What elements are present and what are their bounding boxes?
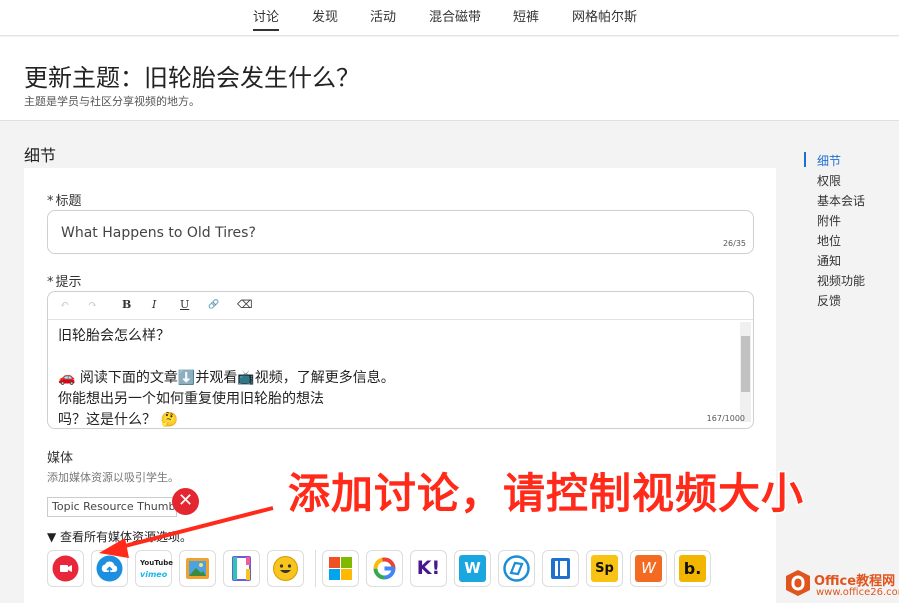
buncee-button[interactable]: b.: [674, 550, 711, 587]
section-nav-video-features[interactable]: 视频功能: [817, 272, 865, 289]
adobe-spark-button[interactable]: Sp: [586, 550, 623, 587]
tab-shorts[interactable]: 短裤: [513, 6, 539, 25]
page-header: 更新主题：旧轮胎会发生什么？ 主题是学员与社区分享视频的地方。: [0, 37, 899, 121]
page-title: 更新主题：旧轮胎会发生什么？: [24, 64, 360, 92]
prompt-editor[interactable]: ↶ ↷ B I U 🔗 ⌫ 旧轮胎会怎么样？ 🚗 阅读下面的文章⬇️并观看📺视频…: [47, 291, 754, 429]
redo-icon[interactable]: ↷: [88, 298, 97, 311]
scrollbar-thumb[interactable]: [741, 336, 750, 392]
link-icon[interactable]: 🔗: [208, 300, 219, 310]
editor-toolbar: ↶ ↷ B I U 🔗 ⌫: [48, 292, 753, 320]
record-button[interactable]: [47, 550, 84, 587]
wakelet-button[interactable]: W: [454, 550, 491, 587]
watermark: Office教程网 www.office26.com: [784, 568, 899, 602]
nearpod-button[interactable]: [498, 550, 535, 587]
book-creator-button[interactable]: [542, 550, 579, 587]
title-char-count: 26/35: [722, 239, 746, 248]
prompt-line: [58, 347, 738, 368]
microsoft-button[interactable]: [322, 550, 359, 587]
book-icon: [551, 558, 570, 579]
media-label: 媒体: [47, 451, 74, 466]
prompt-label: * 提示: [47, 275, 82, 290]
prompt-content[interactable]: 旧轮胎会怎么样？ 🚗 阅读下面的文章⬇️并观看📺视频，了解更多信息。 你能想出另…: [58, 326, 738, 428]
section-nav-notifications[interactable]: 通知: [817, 252, 841, 269]
microsoft-icon: [329, 557, 352, 580]
active-indicator: [804, 152, 806, 167]
section-nav-status[interactable]: 地位: [817, 232, 841, 249]
title-input-value[interactable]: What Happens to Old Tires?: [61, 225, 256, 241]
tab-activity[interactable]: 活动: [370, 6, 396, 25]
google-icon: [373, 557, 396, 580]
spark-icon: Sp: [591, 555, 618, 582]
editor-scrollbar[interactable]: [740, 322, 751, 422]
bold-button[interactable]: B: [122, 298, 131, 311]
office-logo-icon: [786, 570, 810, 596]
annotation-text: 添加讨论，请控制视频大小: [286, 468, 805, 520]
prompt-line: 🚗 阅读下面的文章⬇️并观看📺视频，了解更多信息。: [58, 370, 395, 386]
section-nav-feedback[interactable]: 反馈: [817, 292, 841, 309]
title-label: * 标题: [47, 194, 82, 209]
kahoot-button[interactable]: K!: [410, 550, 447, 587]
wevideo-button[interactable]: W: [630, 550, 667, 587]
prompt-line: 旧轮胎会怎么样？: [58, 328, 170, 344]
section-nav-attachments[interactable]: 附件: [817, 212, 841, 229]
section-nav-basic-session[interactable]: 基本会话: [817, 192, 865, 209]
prompt-line: 你能想出另一个如何重复使用旧轮胎的想法: [58, 391, 324, 407]
media-hint: 添加媒体资源以吸引学生。: [47, 471, 179, 484]
prompt-char-count: 167/1000: [706, 414, 745, 423]
prompt-line: 吗？这是什么？ 🤔: [58, 412, 178, 428]
section-title: 细节: [24, 146, 57, 165]
tab-discussion[interactable]: 讨论: [253, 6, 280, 31]
watermark-url: www.office26.com: [816, 587, 899, 598]
buncee-icon: b.: [679, 555, 706, 582]
kahoot-icon: K!: [416, 557, 441, 579]
wevideo-icon: W: [635, 555, 662, 582]
nearpod-icon: [503, 555, 530, 582]
tab-mixtape[interactable]: 混合磁带: [429, 6, 481, 25]
annotation-arrow-icon: [99, 506, 274, 558]
title-input[interactable]: What Happens to Old Tires? 26/35: [47, 210, 754, 254]
eraser-icon[interactable]: ⌫: [237, 298, 253, 311]
italic-button[interactable]: I: [152, 298, 156, 311]
record-icon: [52, 555, 79, 582]
tab-gridpals[interactable]: 网格帕尔斯: [572, 6, 637, 25]
tab-discover[interactable]: 发现: [312, 6, 338, 25]
underline-button[interactable]: U: [180, 298, 189, 311]
wakelet-icon: W: [459, 555, 486, 582]
google-button[interactable]: [366, 550, 403, 587]
page-subtitle: 主题是学员与社区分享视频的地方。: [24, 95, 200, 108]
section-nav-permissions[interactable]: 权限: [817, 172, 841, 189]
section-nav-details[interactable]: 细节: [817, 152, 841, 169]
undo-icon[interactable]: ↶: [60, 298, 69, 311]
top-nav: 讨论 发现 活动 混合磁带 短裤 网格帕尔斯: [0, 0, 899, 36]
toolbar-divider: [315, 550, 316, 587]
